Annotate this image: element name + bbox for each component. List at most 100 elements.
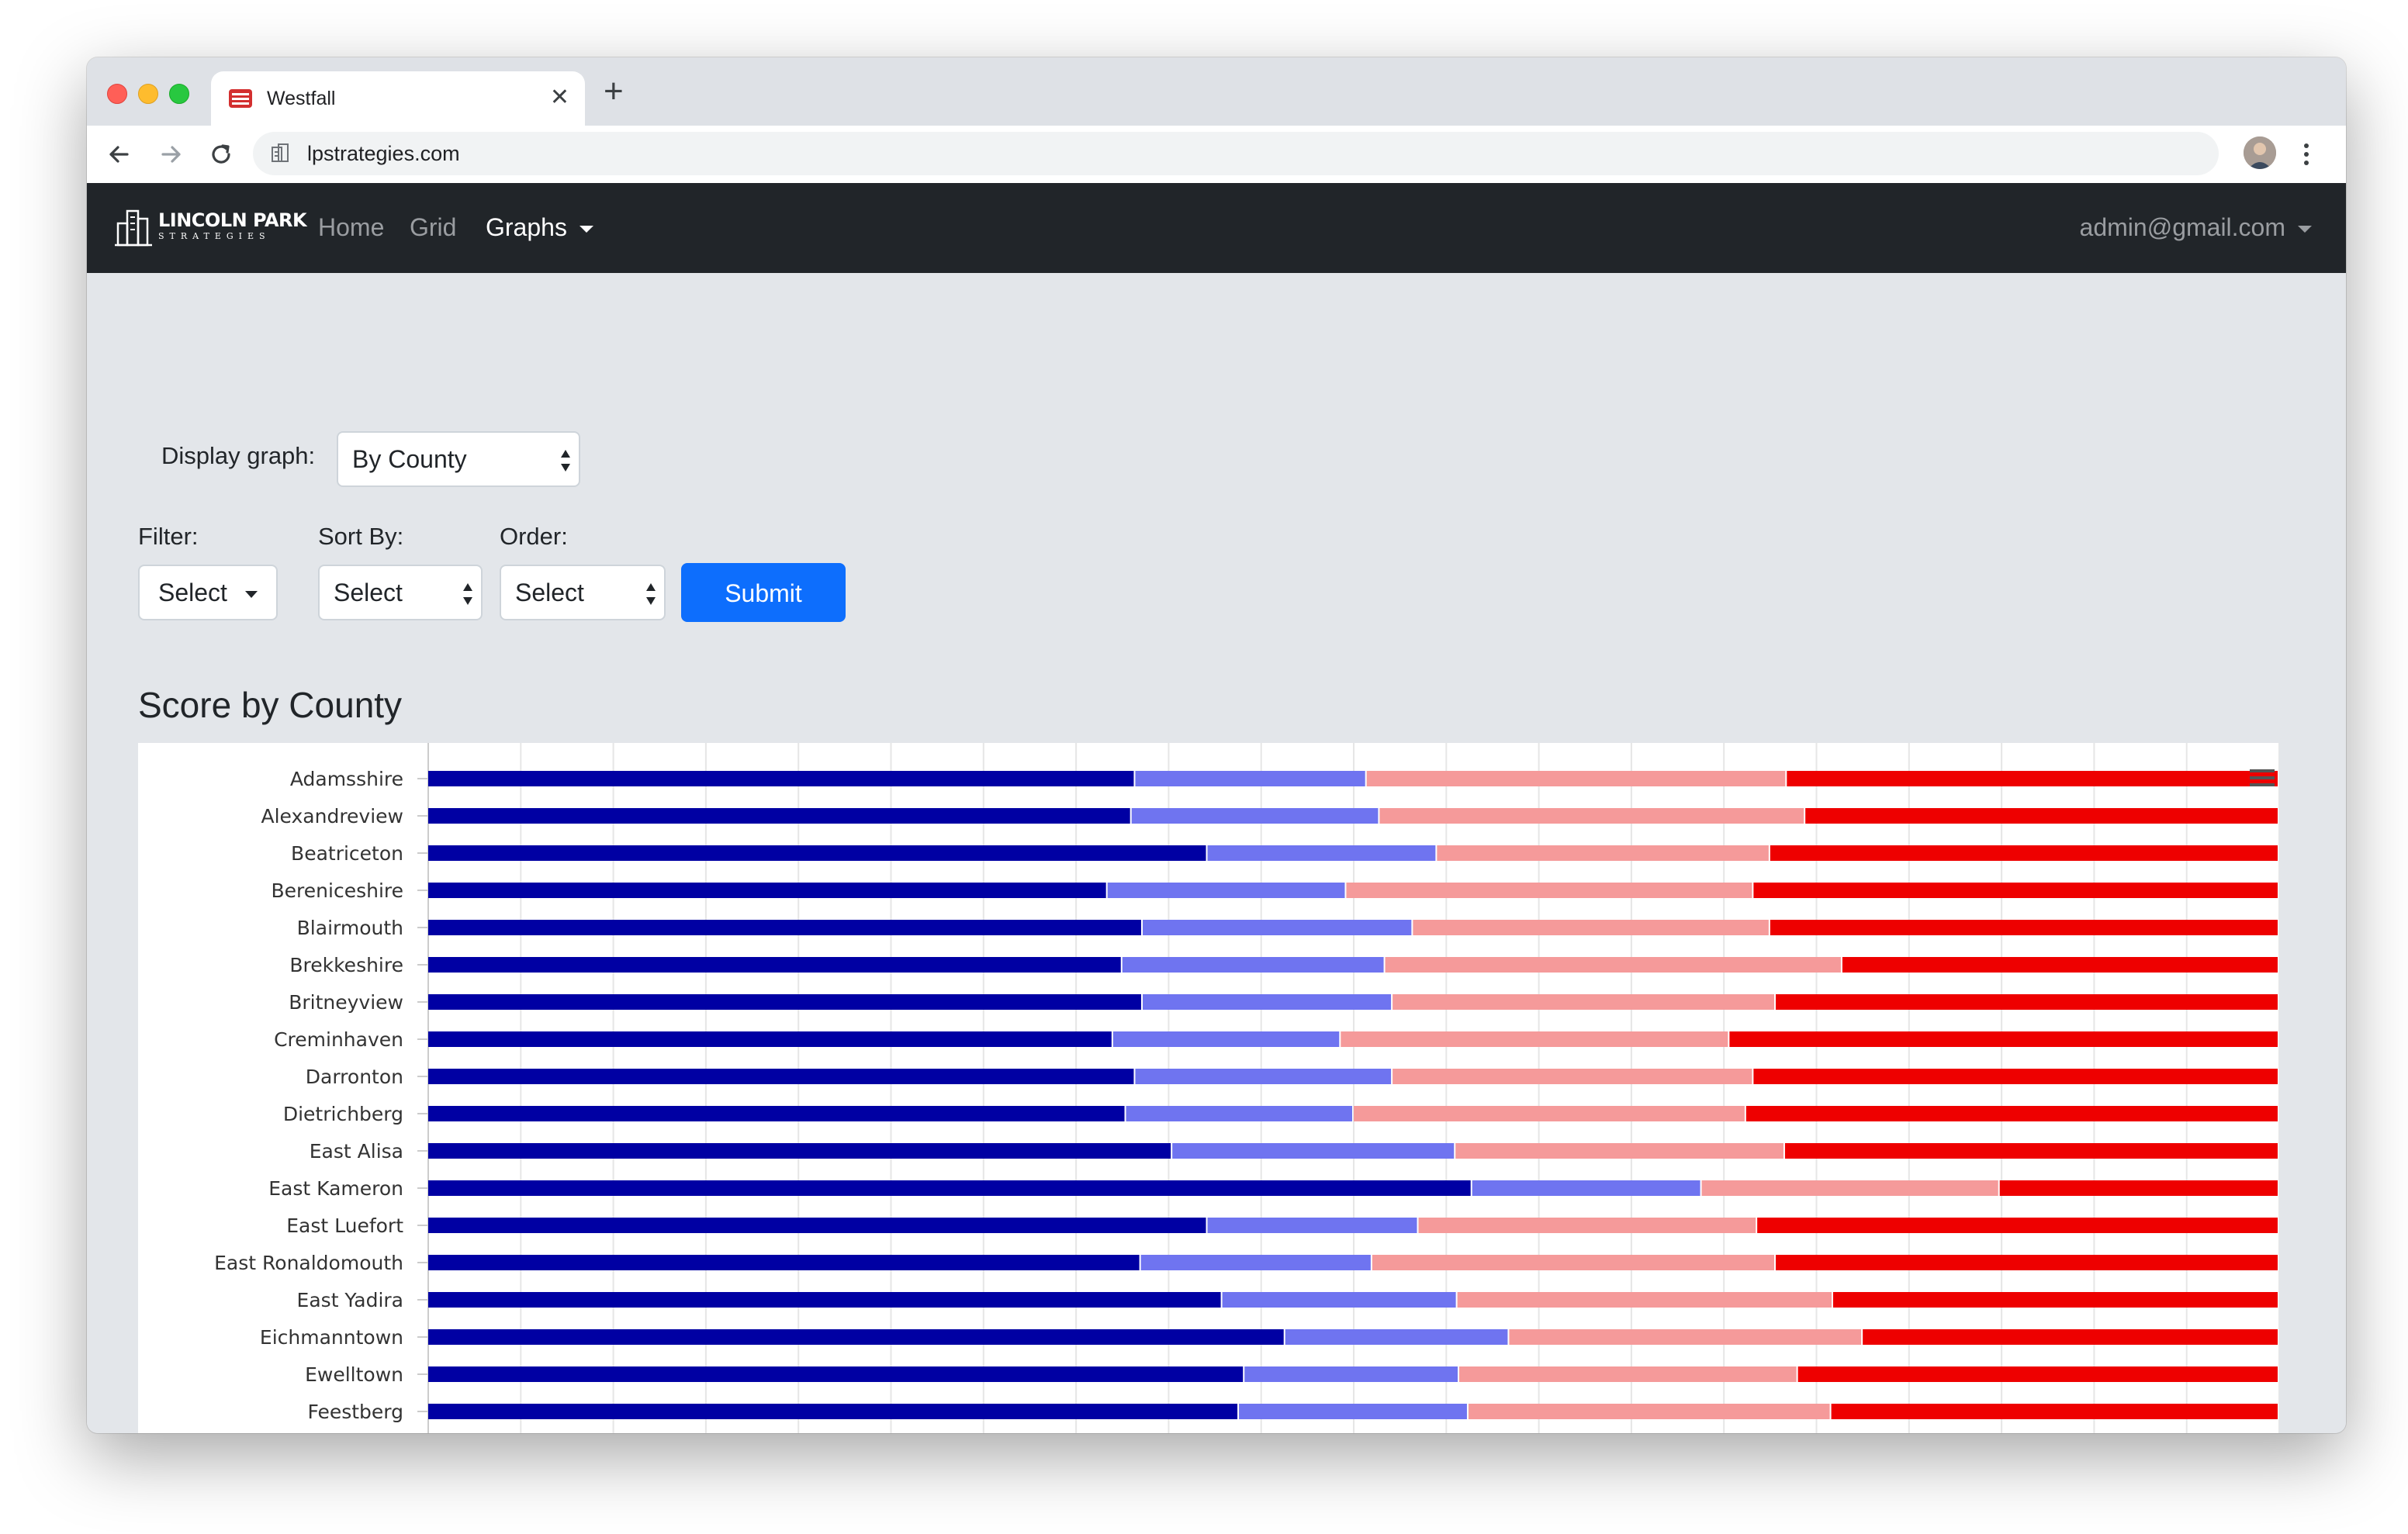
category-label: Brekkeshire	[289, 954, 403, 976]
bar-segment	[428, 883, 1106, 898]
category-label: Blairmouth	[297, 917, 403, 939]
chart-menu-icon-line	[2250, 783, 2275, 786]
site-info-icon[interactable]	[270, 143, 290, 164]
select-arrows-icon	[463, 583, 472, 605]
category-label: Alexandreview	[261, 805, 404, 827]
bar-segment	[1107, 883, 1345, 898]
bar-segment	[1863, 1329, 2278, 1345]
bar-segment	[1457, 1292, 1832, 1308]
bar-segment	[1784, 1143, 2278, 1159]
new-tab-button[interactable]: +	[604, 73, 624, 110]
bar-segment	[428, 1292, 1221, 1308]
display-graph-value: By County	[352, 445, 467, 473]
bar-segment	[1372, 1255, 1775, 1270]
close-window-button[interactable]	[107, 84, 127, 104]
category-label: Feestberg	[307, 1401, 403, 1423]
profile-avatar[interactable]	[2244, 136, 2276, 169]
bar-segment	[1757, 1218, 2278, 1233]
main-content: Display graph: By County Filter: Sort By…	[87, 273, 2346, 1433]
bar-segment	[428, 1180, 1471, 1196]
bar-segment	[1459, 1366, 1797, 1382]
reload-icon[interactable]	[206, 140, 236, 169]
order-select[interactable]: Select	[500, 565, 666, 620]
nav-link-grid[interactable]: Grid	[410, 212, 456, 242]
bar-segment	[1472, 1180, 1700, 1196]
bar-segment	[428, 845, 1206, 861]
bar-segment	[1745, 1106, 2278, 1121]
back-arrow-icon[interactable]	[104, 140, 133, 169]
chart-title: Score by County	[138, 685, 403, 725]
maximize-window-button[interactable]	[169, 84, 189, 104]
minimize-window-button[interactable]	[138, 84, 158, 104]
category-label: East Yadira	[297, 1289, 403, 1311]
category-label: Ewelltown	[305, 1363, 403, 1386]
address-bar[interactable]: lpstrategies.com	[253, 132, 2219, 175]
sort-by-select[interactable]: Select	[318, 565, 483, 620]
bar-segment	[1341, 1031, 1728, 1047]
nav-link-graphs[interactable]: Graphs	[486, 212, 593, 242]
brand-name: LINCOLN PARK	[158, 209, 307, 231]
sort-by-value: Select	[334, 579, 403, 606]
chart-menu-icon-line	[2250, 769, 2275, 772]
bar-segment	[1131, 808, 1379, 824]
bar-segment	[1112, 1031, 1340, 1047]
bar-segment	[1832, 1292, 2278, 1308]
app-navbar: LINCOLN PARK STRATEGIES Home Grid Graphs…	[87, 183, 2346, 273]
tab-strip: Westfall ✕ +	[87, 57, 2346, 126]
filter-value: Select	[158, 579, 227, 606]
chevron-down-icon	[245, 591, 258, 598]
bar-segment	[1787, 771, 2278, 786]
browser-tab[interactable]: Westfall ✕	[211, 71, 585, 126]
bar-segment	[1437, 845, 1769, 861]
bar-segment	[1135, 1069, 1392, 1084]
forward-arrow-icon[interactable]	[157, 140, 186, 169]
bar-segment	[1770, 845, 2278, 861]
display-graph-select[interactable]: By County	[337, 431, 580, 487]
submit-button[interactable]: Submit	[681, 563, 846, 622]
bar-segment	[428, 1069, 1134, 1084]
bar-segment	[1385, 957, 1841, 973]
bar-segment	[1142, 920, 1412, 935]
browser-window: Westfall ✕ + lpstrategies.com LINCOLN PA…	[87, 57, 2346, 1433]
kebab-menu-icon[interactable]	[2301, 140, 2312, 169]
bar-segment	[428, 808, 1130, 824]
bar-segment	[428, 1366, 1244, 1382]
nav-link-home[interactable]: Home	[318, 212, 384, 242]
user-menu[interactable]: admin@gmail.com	[2080, 212, 2312, 242]
user-email: admin@gmail.com	[2079, 213, 2285, 241]
bar-segment	[428, 1031, 1112, 1047]
bar-segment	[1126, 1106, 1352, 1121]
category-label: Darronton	[306, 1066, 403, 1088]
bar-segment	[1142, 994, 1392, 1010]
sort-by-label: Sort By:	[318, 523, 404, 550]
bar-segment	[1842, 957, 2278, 973]
chevron-down-icon	[579, 226, 593, 233]
bar-segment	[428, 957, 1121, 973]
category-label: Eichmanntown	[260, 1326, 403, 1349]
category-label: East Alisa	[310, 1140, 403, 1163]
category-label: Beatriceton	[291, 842, 403, 865]
bar-segment	[428, 994, 1141, 1010]
select-arrows-icon	[561, 450, 570, 472]
bar-segment	[1135, 771, 1365, 786]
display-graph-label: Display graph:	[161, 442, 316, 469]
chart-menu-icon[interactable]	[2250, 769, 2275, 786]
bar-segment	[428, 1255, 1140, 1270]
bar-segment	[1413, 920, 1769, 935]
brand-logo[interactable]: LINCOLN PARK STRATEGIES	[115, 206, 307, 250]
bar-segment	[1244, 1366, 1458, 1382]
bar-segment	[1393, 1069, 1752, 1084]
bar-segment	[428, 920, 1141, 935]
bar-segment	[1753, 883, 2278, 898]
bar-segment	[1207, 845, 1436, 861]
close-tab-icon[interactable]: ✕	[550, 84, 569, 112]
brand-tagline: STRATEGIES	[158, 231, 271, 241]
bar-segment	[1285, 1329, 1508, 1345]
bar-segment	[1776, 1255, 2278, 1270]
bar-segment	[1346, 883, 1752, 898]
filter-dropdown[interactable]: Select	[138, 565, 278, 620]
bar-segment	[1770, 920, 2278, 935]
bar-segment	[1701, 1180, 1998, 1196]
bar-segment	[1207, 1218, 1417, 1233]
bar-segment	[1172, 1143, 1455, 1159]
